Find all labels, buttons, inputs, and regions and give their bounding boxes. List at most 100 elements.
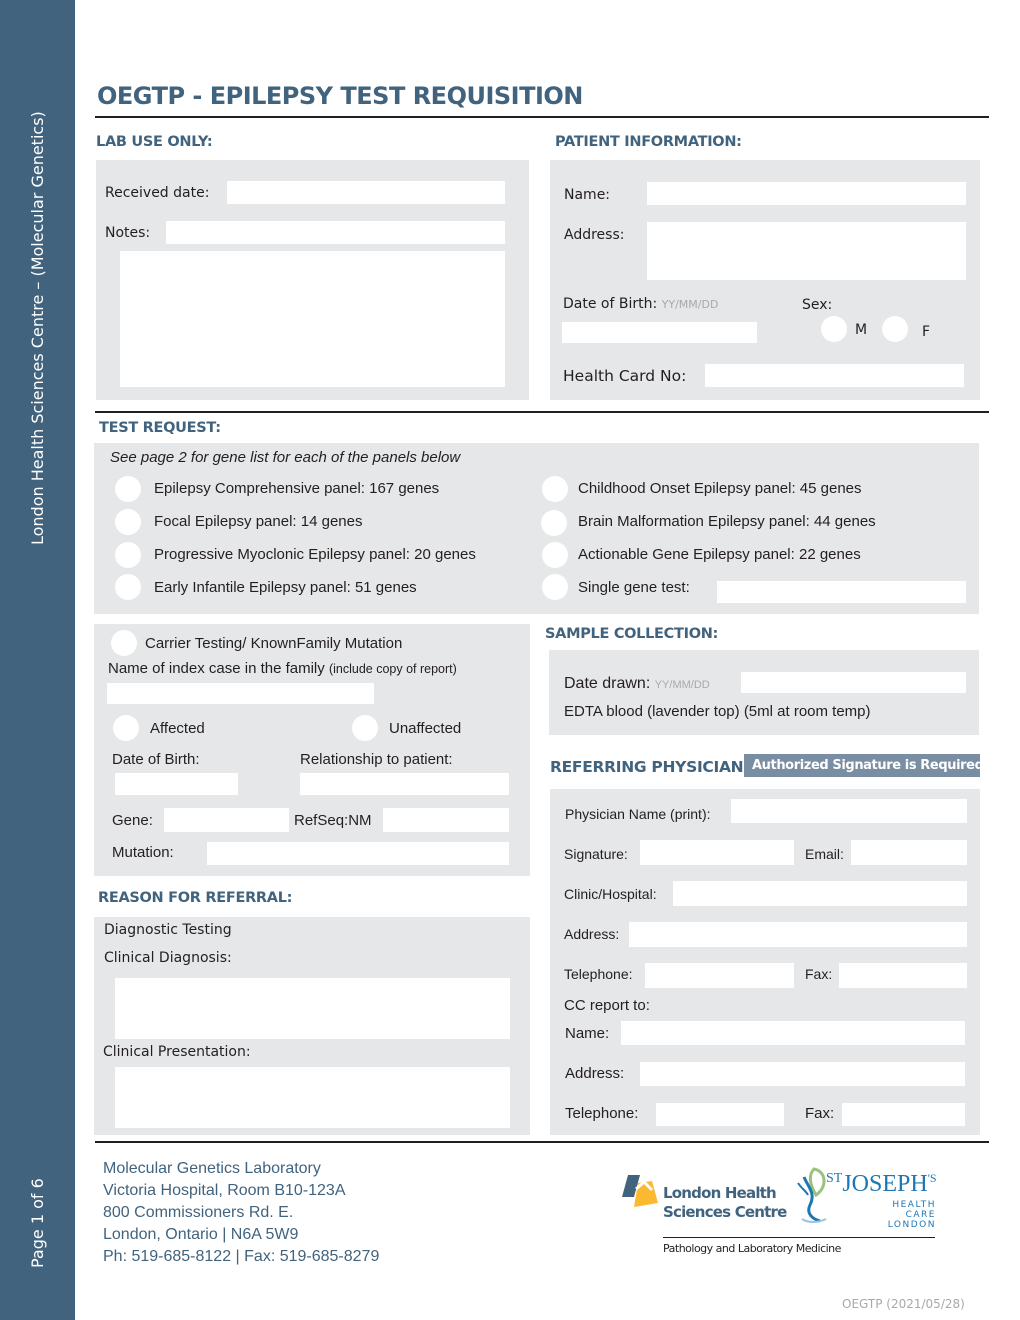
physician-telephone-field[interactable]: [645, 963, 794, 988]
unaffected-radio[interactable]: [352, 715, 378, 741]
panel-label-actionable-gene: Actionable Gene Epilepsy panel: 22 genes: [578, 546, 861, 563]
mutation-field[interactable]: [207, 842, 509, 865]
patient-dob-label: Date of Birth: YY/MM/DD: [563, 296, 718, 312]
panel-label-comprehensive: Epilepsy Comprehensive panel: 167 genes: [154, 480, 440, 497]
patient-dob-field[interactable]: [562, 322, 757, 343]
carrier-testing-radio[interactable]: [111, 630, 137, 656]
clinic-field[interactable]: [673, 881, 967, 906]
address-line: London, Ontario | N6A 5W9: [103, 1226, 299, 1243]
department-label: Pathology and Laboratory Medicine: [663, 1242, 841, 1255]
gene-field[interactable]: [164, 808, 289, 832]
affected-radio[interactable]: [113, 715, 139, 741]
physician-name-label: Physician Name (print):: [565, 806, 711, 822]
physician-address-field[interactable]: [629, 922, 967, 947]
address-line: Ph: 519-685-8122 | Fax: 519-685-8279: [103, 1248, 380, 1265]
carrier-dob-label: Date of Birth:: [112, 751, 200, 768]
panel-radio-early-infantile[interactable]: [115, 574, 141, 600]
clinical-presentation-field[interactable]: [115, 1067, 510, 1128]
patient-info-heading: PATIENT INFORMATION:: [555, 134, 742, 150]
lhsc-logo-line2: Sciences Centre: [663, 1203, 787, 1221]
panel-radio-childhood-onset[interactable]: [542, 476, 568, 502]
notes-field[interactable]: [166, 221, 505, 244]
page-title: OEGTP - EPILEPSY TEST REQUISITION: [97, 82, 583, 110]
sex-f-label: F: [922, 324, 931, 340]
carrier-testing-label: Carrier Testing/ KnownFamily Mutation: [145, 635, 403, 652]
patient-name-field[interactable]: [647, 182, 966, 205]
sjhc-logo-text: STJOSEPH'S: [826, 1171, 937, 1198]
index-case-field[interactable]: [107, 683, 374, 704]
cc-report-label: CC report to:: [564, 997, 650, 1014]
referring-physician-heading: REFERRING PHYSICIAN:: [550, 758, 750, 776]
section-divider: [95, 411, 989, 413]
panel-radio-comprehensive[interactable]: [115, 476, 141, 502]
footer-divider: [95, 1141, 989, 1143]
form-version: OEGTP (2021/05/28): [842, 1297, 965, 1311]
sidebar-band: London Health Sciences Centre – (Molecul…: [0, 0, 75, 1320]
cc-name-label: Name:: [565, 1025, 610, 1042]
physician-email-label: Email:: [805, 846, 844, 862]
panel-label-early-infantile: Early Infantile Epilepsy panel: 51 genes: [154, 579, 417, 596]
date-drawn-hint: YY/MM/DD: [654, 679, 710, 691]
date-drawn-label: Date drawn: YY/MM/DD: [564, 675, 710, 693]
patient-address-field[interactable]: [647, 222, 966, 280]
received-date-field[interactable]: [227, 181, 505, 204]
patient-address-label: Address:: [564, 227, 625, 243]
specimen-text: EDTA blood (lavender top) (5ml at room t…: [564, 703, 871, 720]
carrier-dob-field[interactable]: [115, 773, 238, 795]
date-drawn-field[interactable]: [741, 672, 966, 693]
physician-telephone-label: Telephone:: [564, 966, 633, 982]
patient-sex-label: Sex:: [802, 297, 833, 313]
patient-dob-hint: YY/MM/DD: [661, 298, 719, 311]
panel-label-focal: Focal Epilepsy panel: 14 genes: [154, 513, 363, 530]
index-case-label-text: Name of index case in the family: [108, 660, 325, 677]
sex-f-radio[interactable]: [882, 316, 908, 342]
index-case-label: Name of index case in the family (includ…: [108, 660, 457, 677]
lab-use-heading: LAB USE ONLY:: [96, 134, 213, 150]
refseq-field[interactable]: [383, 808, 509, 832]
mutation-label: Mutation:: [112, 844, 174, 861]
panel-radio-focal[interactable]: [115, 509, 141, 535]
unaffected-label: Unaffected: [389, 720, 462, 737]
cc-address-field[interactable]: [640, 1062, 965, 1086]
date-drawn-label-text: Date drawn:: [564, 675, 651, 692]
title-divider: [95, 116, 989, 118]
signature-label: Signature:: [564, 846, 628, 862]
clinical-presentation-label: Clinical Presentation:: [103, 1044, 251, 1060]
clinical-diagnosis-field[interactable]: [115, 978, 510, 1039]
single-gene-field[interactable]: [717, 581, 966, 603]
test-request-note: See page 2 for gene list for each of the…: [110, 449, 461, 466]
signature-field[interactable]: [640, 840, 794, 865]
physician-name-field[interactable]: [731, 799, 967, 823]
clinic-label: Clinic/Hospital:: [564, 886, 657, 902]
clinical-diagnosis-label: Clinical Diagnosis:: [104, 950, 232, 966]
notes-label: Notes:: [105, 225, 151, 241]
panel-radio-progressive-myoclonic[interactable]: [115, 542, 141, 568]
sidebar-page-number: Page 1 of 6: [28, 1178, 47, 1268]
panel-radio-single-gene[interactable]: [542, 574, 568, 600]
sjhc-logo-s: 'S: [927, 1171, 937, 1185]
test-request-heading: TEST REQUEST:: [99, 420, 221, 436]
relationship-label: Relationship to patient:: [300, 751, 453, 768]
sjhc-logo-sub1: HEALTH CARE: [892, 1200, 936, 1220]
address-line: Victoria Hospital, Room B10-123A: [103, 1182, 346, 1199]
cc-name-field[interactable]: [621, 1021, 965, 1045]
logo-divider: [663, 1237, 935, 1238]
cc-fax-field[interactable]: [842, 1103, 965, 1126]
physician-email-field[interactable]: [851, 840, 967, 865]
panel-label-progressive-myoclonic: Progressive Myoclonic Epilepsy panel: 20…: [154, 546, 476, 563]
panel-radio-actionable-gene[interactable]: [542, 542, 568, 568]
sex-m-radio[interactable]: [821, 316, 847, 342]
health-card-field[interactable]: [705, 364, 964, 387]
patient-name-label: Name:: [564, 187, 611, 203]
cc-telephone-field[interactable]: [656, 1103, 784, 1126]
received-date-label: Received date:: [105, 185, 210, 201]
signature-required-badge: Authorized Signature is Required: [744, 754, 984, 777]
refseq-label: RefSeq:NM: [294, 812, 372, 829]
notes-textarea[interactable]: [120, 251, 505, 387]
sidebar-org-text: London Health Sciences Centre – (Molecul…: [28, 111, 47, 545]
relationship-field[interactable]: [300, 773, 509, 795]
physician-fax-label: Fax:: [805, 966, 833, 982]
panel-radio-brain-malformation[interactable]: [541, 510, 567, 536]
physician-fax-field[interactable]: [839, 963, 967, 988]
lhsc-logo-icon: [622, 1173, 658, 1207]
